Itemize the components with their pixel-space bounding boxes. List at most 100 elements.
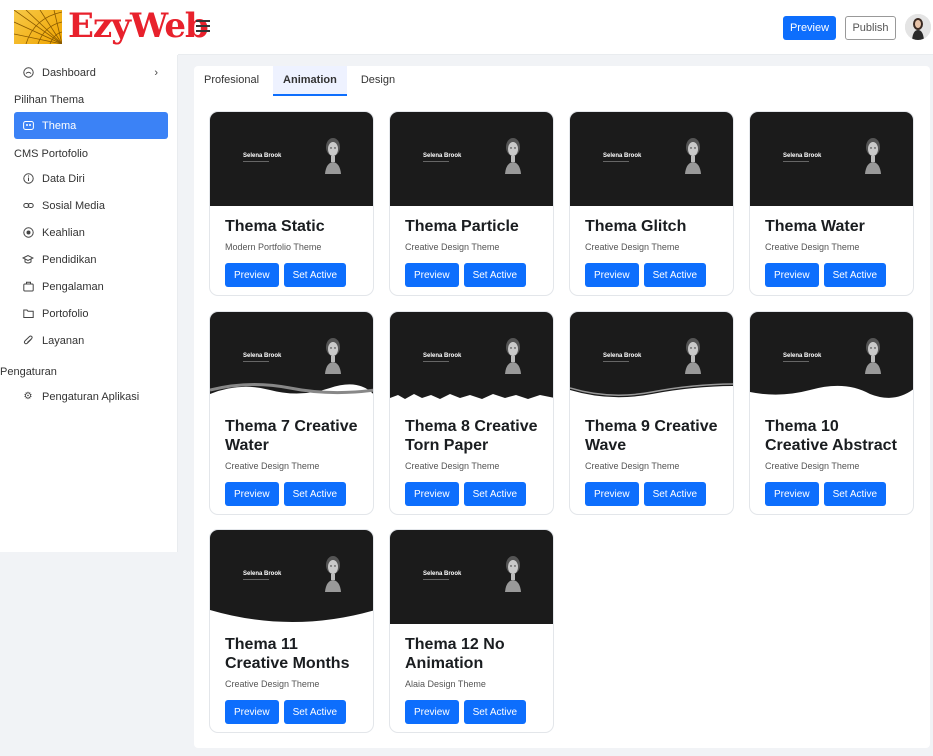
theme-card: Selena Brook Thema 8 Creative Torn Paper C… <box>389 311 554 515</box>
sidebar-item-pengaturan-aplikasi[interactable]: ⚙ Pengaturan Aplikasi <box>14 383 168 410</box>
sidebar-item-sosial-media[interactable]: Sosial Media <box>14 192 168 219</box>
theme-card: Selena Brook Thema 9 Creative Wave Creativ… <box>569 311 734 515</box>
theme-thumbnail[interactable]: Selena Brook <box>570 112 733 206</box>
user-avatar[interactable] <box>905 14 931 40</box>
preview-name: Selena Brook <box>423 153 462 159</box>
preview-theme-button[interactable]: Preview <box>225 700 279 724</box>
section-heading-settings: Pengaturan <box>0 366 57 378</box>
sidebar-item-layanan[interactable]: Layanan <box>14 327 168 354</box>
preview-name: Selena Brook <box>783 353 822 359</box>
wave-decoration <box>210 382 373 406</box>
preview-theme-button[interactable]: Preview <box>765 263 819 287</box>
preview-subtitle-line <box>243 361 269 362</box>
theme-title: Thema Static <box>225 218 325 235</box>
set-active-button[interactable]: Set Active <box>643 482 707 506</box>
set-active-button[interactable]: Set Active <box>283 700 347 724</box>
portrait-image <box>325 556 341 592</box>
wave-decoration <box>390 394 553 406</box>
preview-subtitle-line <box>783 361 809 362</box>
sidebar-item-thema[interactable]: Thema <box>14 112 168 139</box>
preview-theme-button[interactable]: Preview <box>225 482 279 506</box>
theme-title: Thema 11 Creative Months <box>225 636 350 672</box>
sidebar-item-label: Thema <box>42 119 77 132</box>
preview-theme-button[interactable]: Preview <box>405 482 459 506</box>
theme-thumbnail[interactable]: Selena Brook <box>750 112 913 206</box>
theme-description: Creative Design Theme <box>765 461 860 471</box>
sidebar-item-label: Pengalaman <box>42 280 104 293</box>
briefcase-icon <box>22 281 34 293</box>
sidebar-item-label: Pendidikan <box>42 253 97 266</box>
sidebar-item-label: Dashboard <box>42 66 96 79</box>
set-active-button[interactable]: Set Active <box>283 482 347 506</box>
paperclip-icon <box>22 335 34 347</box>
theme-thumbnail[interactable]: Selena Brook <box>390 312 553 406</box>
top-bar: EzyWeb Preview Publish <box>0 0 933 55</box>
preview-button[interactable]: Preview <box>783 16 836 40</box>
preview-subtitle-line <box>603 361 629 362</box>
link-icon <box>22 200 34 212</box>
set-active-button[interactable]: Set Active <box>463 263 527 287</box>
theme-description: Creative Design Theme <box>405 242 500 252</box>
wave-decoration <box>570 383 733 406</box>
chevron-right-icon: › <box>154 66 158 79</box>
theme-title: Thema Particle <box>405 218 519 235</box>
section-heading-thema: Pilihan Thema <box>14 94 85 106</box>
sidebar-item-pengalaman[interactable]: Pengalaman <box>14 273 168 300</box>
theme-thumbnail[interactable]: Selena Brook <box>390 112 553 206</box>
theme-thumbnail[interactable]: Selena Brook <box>390 530 553 624</box>
preview-theme-button[interactable]: Preview <box>585 263 639 287</box>
graduation-cap-icon <box>22 254 34 266</box>
theme-title: Thema 7 Creative Water <box>225 418 358 454</box>
theme-thumbnail[interactable]: Selena Brook <box>750 312 913 406</box>
folder-icon <box>22 308 34 320</box>
gear-icon: ⚙ <box>23 391 33 402</box>
set-active-button[interactable]: Set Active <box>463 700 527 724</box>
theme-title: Thema Water <box>765 218 865 235</box>
theme-card: Selena Brook Thema 10 Creative Abstract Cr… <box>749 311 914 515</box>
theme-thumbnail[interactable]: Selena Brook <box>210 112 373 206</box>
tab-animation[interactable]: Animation <box>273 66 347 96</box>
preview-theme-button[interactable]: Preview <box>225 263 279 287</box>
tab-design[interactable]: Design <box>355 66 401 96</box>
theme-description: Creative Design Theme <box>225 461 320 471</box>
preview-name: Selena Brook <box>243 353 282 359</box>
set-active-button[interactable]: Set Active <box>643 263 707 287</box>
preview-subtitle-line <box>423 161 449 162</box>
themes-panel: Profesional Animation Design Selena Broo… <box>194 66 930 748</box>
set-active-button[interactable]: Set Active <box>283 263 347 287</box>
theme-description: Modern Portfolio Theme <box>225 242 322 252</box>
sidebar-item-portofolio[interactable]: Portofolio <box>14 300 168 327</box>
sidebar-item-label: Data Diri <box>42 172 85 185</box>
portrait-image <box>325 138 341 174</box>
tab-profesional[interactable]: Profesional <box>198 66 265 96</box>
theme-thumbnail[interactable]: Selena Brook <box>210 530 373 624</box>
theme-thumbnail[interactable]: Selena Brook <box>570 312 733 406</box>
preview-theme-button[interactable]: Preview <box>405 700 459 724</box>
sidebar-item-pendidikan[interactable]: Pendidikan <box>14 246 168 273</box>
sidebar-item-label: Keahlian <box>42 226 85 239</box>
theme-description: Creative Design Theme <box>585 461 680 471</box>
dashboard-icon <box>22 67 34 79</box>
sidebar-item-keahlian[interactable]: Keahlian <box>14 219 168 246</box>
preview-subtitle-line <box>243 161 269 162</box>
logo[interactable]: EzyWeb <box>0 0 209 55</box>
theme-title: Thema Glitch <box>585 218 687 235</box>
preview-theme-button[interactable]: Preview <box>585 482 639 506</box>
set-active-button[interactable]: Set Active <box>823 482 887 506</box>
preview-name: Selena Brook <box>243 571 282 577</box>
theme-card: Selena Brook Thema 11 Creative Months Crea… <box>209 529 374 733</box>
theme-card: Selena Brook Thema Static Modern Portfolio… <box>209 111 374 296</box>
menu-toggle-icon[interactable] <box>196 20 210 32</box>
portrait-image <box>685 138 701 174</box>
preview-theme-button[interactable]: Preview <box>405 263 459 287</box>
theme-card: Selena Brook Thema 7 Creative Water Creati… <box>209 311 374 515</box>
preview-theme-button[interactable]: Preview <box>765 482 819 506</box>
sidebar-item-dashboard[interactable]: Dashboard › <box>14 59 168 86</box>
theme-card: Selena Brook Thema Water Creative Design T… <box>749 111 914 296</box>
set-active-button[interactable]: Set Active <box>823 263 887 287</box>
publish-button[interactable]: Publish <box>845 16 896 40</box>
set-active-button[interactable]: Set Active <box>463 482 527 506</box>
theme-thumbnail[interactable]: Selena Brook <box>210 312 373 406</box>
portrait-image <box>865 138 881 174</box>
sidebar-item-data-diri[interactable]: Data Diri <box>14 165 168 192</box>
